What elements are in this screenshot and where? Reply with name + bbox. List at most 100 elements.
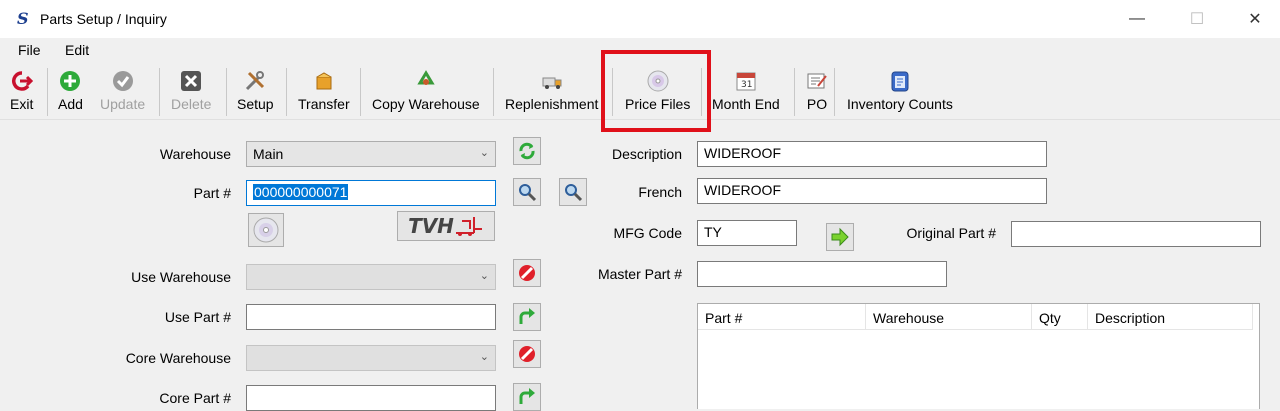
- price-file-button[interactable]: [248, 213, 284, 247]
- vendor-logo-button[interactable]: TVH: [397, 211, 495, 241]
- exit-label: Exit: [10, 96, 34, 112]
- calendar-icon: 31: [735, 70, 757, 92]
- toolbar-separator: [47, 68, 48, 116]
- french-input[interactable]: WIDEROOF: [697, 178, 1047, 204]
- setup-button[interactable]: Setup: [237, 68, 274, 118]
- refresh-icon: [519, 142, 535, 160]
- cd-disc-icon: [253, 217, 279, 243]
- use-warehouse-label: Use Warehouse: [131, 269, 231, 285]
- use-warehouse-clear-button[interactable]: [513, 259, 541, 287]
- inventory-counts-button[interactable]: Inventory Counts: [847, 68, 953, 118]
- toolbar-separator: [286, 68, 287, 116]
- arrow-curved-icon: [519, 388, 535, 404]
- warehouse-value: Main: [253, 146, 284, 162]
- column-header-part[interactable]: Part #: [698, 304, 866, 330]
- chevron-down-icon: ⌄: [479, 147, 489, 159]
- part-input[interactable]: 000000000071: [246, 180, 496, 206]
- inventory-counts-label: Inventory Counts: [847, 96, 953, 112]
- part-value: 000000000071: [253, 184, 349, 200]
- app-logo-icon: S: [17, 9, 29, 28]
- transfer-label: Transfer: [298, 96, 350, 112]
- delete-icon: [180, 70, 202, 92]
- svg-text:31: 31: [741, 80, 752, 90]
- po-button[interactable]: PO: [806, 68, 828, 118]
- master-part-grid[interactable]: Part # Warehouse Qty Description: [697, 303, 1260, 409]
- box-transfer-icon: [313, 70, 335, 92]
- use-part-input[interactable]: [246, 304, 496, 330]
- french-label: French: [638, 184, 682, 200]
- chevron-down-icon: ⌄: [479, 351, 489, 363]
- arrow-right-icon: [831, 227, 849, 247]
- refresh-button[interactable]: [513, 137, 541, 165]
- replenishment-label: Replenishment: [505, 96, 599, 112]
- menu-edit[interactable]: Edit: [65, 42, 89, 58]
- purchase-order-icon: [806, 70, 828, 92]
- chevron-down-icon: ⌄: [479, 270, 489, 282]
- clipboard-icon: [889, 70, 911, 92]
- update-button[interactable]: Update: [100, 68, 145, 118]
- minimize-button[interactable]: —: [1114, 0, 1160, 38]
- core-warehouse-clear-button[interactable]: [513, 340, 541, 368]
- original-part-label: Original Part #: [906, 225, 996, 241]
- column-header-qty[interactable]: Qty: [1032, 304, 1088, 330]
- toolbar-separator: [794, 68, 795, 116]
- part-search-button[interactable]: [513, 178, 541, 206]
- toolbar-separator: [360, 68, 361, 116]
- core-warehouse-select[interactable]: ⌄: [246, 345, 496, 371]
- update-label: Update: [100, 96, 146, 112]
- toolbar-separator: [493, 68, 494, 116]
- month-end-label: Month End: [712, 96, 780, 112]
- copy-warehouse-button[interactable]: Copy Warehouse: [372, 68, 480, 118]
- add-button[interactable]: Add: [58, 68, 83, 118]
- mfg-code-input[interactable]: TY: [697, 220, 797, 246]
- core-warehouse-label: Core Warehouse: [125, 350, 231, 366]
- title-bar: S Parts Setup / Inquiry — ☐ ✕: [0, 0, 1280, 38]
- use-part-label: Use Part #: [164, 309, 231, 325]
- exit-button[interactable]: Exit: [10, 68, 33, 118]
- mfg-code-go-button[interactable]: [826, 223, 854, 251]
- column-header-description[interactable]: Description: [1088, 304, 1253, 330]
- toolbar-separator: [159, 68, 160, 116]
- mfg-code-label: MFG Code: [613, 225, 682, 241]
- transfer-button[interactable]: Transfer: [298, 68, 350, 118]
- core-part-label: Core Part #: [159, 390, 231, 406]
- tvh-logo: TVH: [408, 214, 454, 238]
- truck-icon: [541, 70, 563, 92]
- toolbar-separator: [226, 68, 227, 116]
- exit-icon: [11, 70, 33, 92]
- use-part-go-button[interactable]: [513, 303, 541, 331]
- column-header-warehouse[interactable]: Warehouse: [866, 304, 1032, 330]
- close-button[interactable]: ✕: [1232, 0, 1278, 38]
- no-entry-icon: [519, 265, 535, 281]
- use-warehouse-select[interactable]: ⌄: [246, 264, 496, 290]
- magnifier-icon: [519, 184, 537, 202]
- description-label: Description: [611, 146, 682, 162]
- add-label: Add: [58, 96, 83, 112]
- master-part-label: Master Part #: [597, 266, 682, 282]
- maximize-button[interactable]: ☐: [1174, 0, 1220, 38]
- forklift-icon: [455, 217, 482, 236]
- core-part-go-button[interactable]: [513, 383, 541, 411]
- core-part-input[interactable]: [246, 385, 496, 411]
- warehouse-select[interactable]: Main ⌄: [246, 141, 496, 167]
- setup-label: Setup: [237, 96, 274, 112]
- month-end-button[interactable]: 31 Month End: [712, 68, 780, 118]
- no-entry-icon: [519, 346, 535, 362]
- delete-label: Delete: [171, 96, 212, 112]
- part-label: Part #: [193, 185, 231, 201]
- copy-warehouse-label: Copy Warehouse: [372, 96, 480, 112]
- menu-file[interactable]: File: [18, 42, 41, 58]
- original-part-input[interactable]: [1011, 221, 1261, 247]
- recycle-icon: [415, 70, 437, 92]
- add-icon: [59, 70, 81, 92]
- description-input[interactable]: WIDEROOF: [697, 141, 1047, 167]
- update-icon: [112, 70, 134, 92]
- window-title: Parts Setup / Inquiry: [40, 11, 167, 27]
- master-part-input[interactable]: [697, 261, 947, 287]
- warehouse-label: Warehouse: [159, 146, 231, 162]
- tools-icon: [244, 70, 266, 92]
- replenishment-button[interactable]: Replenishment: [505, 68, 598, 118]
- arrow-curved-icon: [519, 308, 535, 324]
- delete-button[interactable]: Delete: [171, 68, 211, 118]
- po-label: PO: [806, 96, 828, 112]
